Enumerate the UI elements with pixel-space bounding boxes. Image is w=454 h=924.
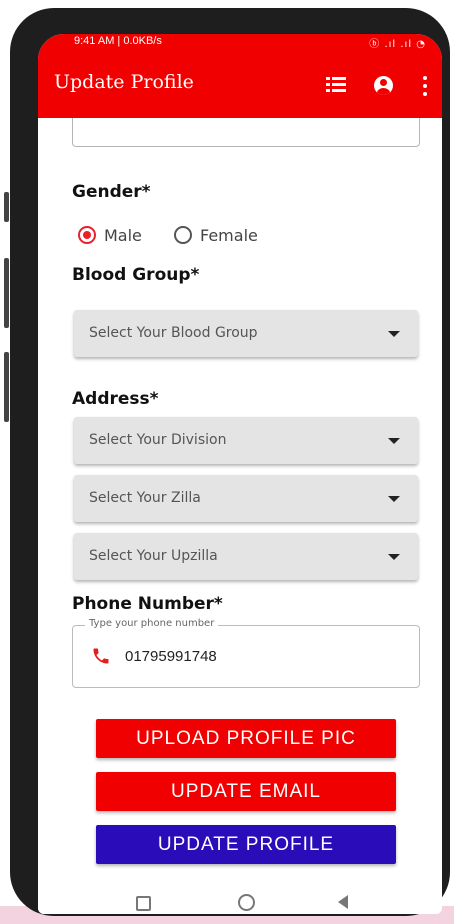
radio-male-label: Male	[104, 225, 142, 245]
phone-number-label: Phone Number*	[72, 594, 223, 614]
phone-frame: 9:41 AM | 0.0KB/s ⓑ .ıl .ıl ◔ Update Pro…	[10, 8, 450, 916]
phone-power-button	[4, 352, 9, 422]
previous-input-field[interactable]	[72, 118, 420, 147]
phone-volume-up-button	[4, 192, 9, 222]
radio-male[interactable]: Male	[78, 224, 142, 246]
status-bar: 9:41 AM | 0.0KB/s ⓑ .ıl .ıl ◔	[38, 34, 442, 52]
phone-hint: Type your phone number	[85, 618, 219, 629]
home-icon[interactable]	[238, 894, 255, 911]
chevron-down-icon	[388, 496, 400, 502]
form-content: Gender* Male Female Blood Group* Select …	[38, 118, 442, 914]
upload-profile-pic-button[interactable]: UPLOAD PROFILE PIC	[96, 719, 396, 758]
division-placeholder: Select Your Division	[89, 432, 227, 448]
account-circle-icon[interactable]	[374, 76, 393, 95]
blood-group-label: Blood Group*	[72, 265, 200, 285]
list-icon[interactable]	[326, 76, 346, 94]
phone-volume-down-button	[4, 258, 9, 328]
status-left-text: 9:41 AM | 0.0KB/s	[74, 35, 162, 47]
chevron-down-icon	[388, 554, 400, 560]
system-nav-bar	[38, 886, 442, 914]
radio-checked-icon	[78, 226, 96, 244]
back-icon[interactable]	[338, 895, 348, 909]
status-right-icons: ⓑ .ıl .ıl ◔	[369, 39, 426, 50]
address-label: Address*	[72, 389, 159, 409]
radio-unchecked-icon	[174, 226, 192, 244]
phone-screen: 9:41 AM | 0.0KB/s ⓑ .ıl .ıl ◔ Update Pro…	[38, 34, 442, 914]
gender-label: Gender*	[72, 182, 151, 202]
recent-apps-icon[interactable]	[136, 896, 151, 911]
division-dropdown[interactable]: Select Your Division	[74, 417, 418, 464]
more-vert-icon[interactable]	[422, 76, 428, 96]
upzilla-placeholder: Select Your Upzilla	[89, 548, 218, 564]
radio-female-label: Female	[200, 225, 258, 245]
upzilla-dropdown[interactable]: Select Your Upzilla	[74, 533, 418, 580]
phone-number-value: 01795991748	[125, 648, 217, 665]
chevron-down-icon	[388, 331, 400, 337]
blood-group-placeholder: Select Your Blood Group	[89, 325, 258, 341]
phone-number-field[interactable]: Type your phone number 01795991748	[72, 618, 420, 688]
page-title: Update Profile	[54, 71, 194, 93]
zilla-dropdown[interactable]: Select Your Zilla	[74, 475, 418, 522]
update-profile-button[interactable]: UPDATE PROFILE	[96, 825, 396, 864]
blood-group-dropdown[interactable]: Select Your Blood Group	[74, 310, 418, 357]
chevron-down-icon	[388, 438, 400, 444]
phone-icon	[93, 648, 109, 664]
app-bar: Update Profile	[38, 52, 442, 118]
update-email-button[interactable]: UPDATE EMAIL	[96, 772, 396, 811]
radio-female[interactable]: Female	[174, 224, 258, 246]
zilla-placeholder: Select Your Zilla	[89, 490, 201, 506]
